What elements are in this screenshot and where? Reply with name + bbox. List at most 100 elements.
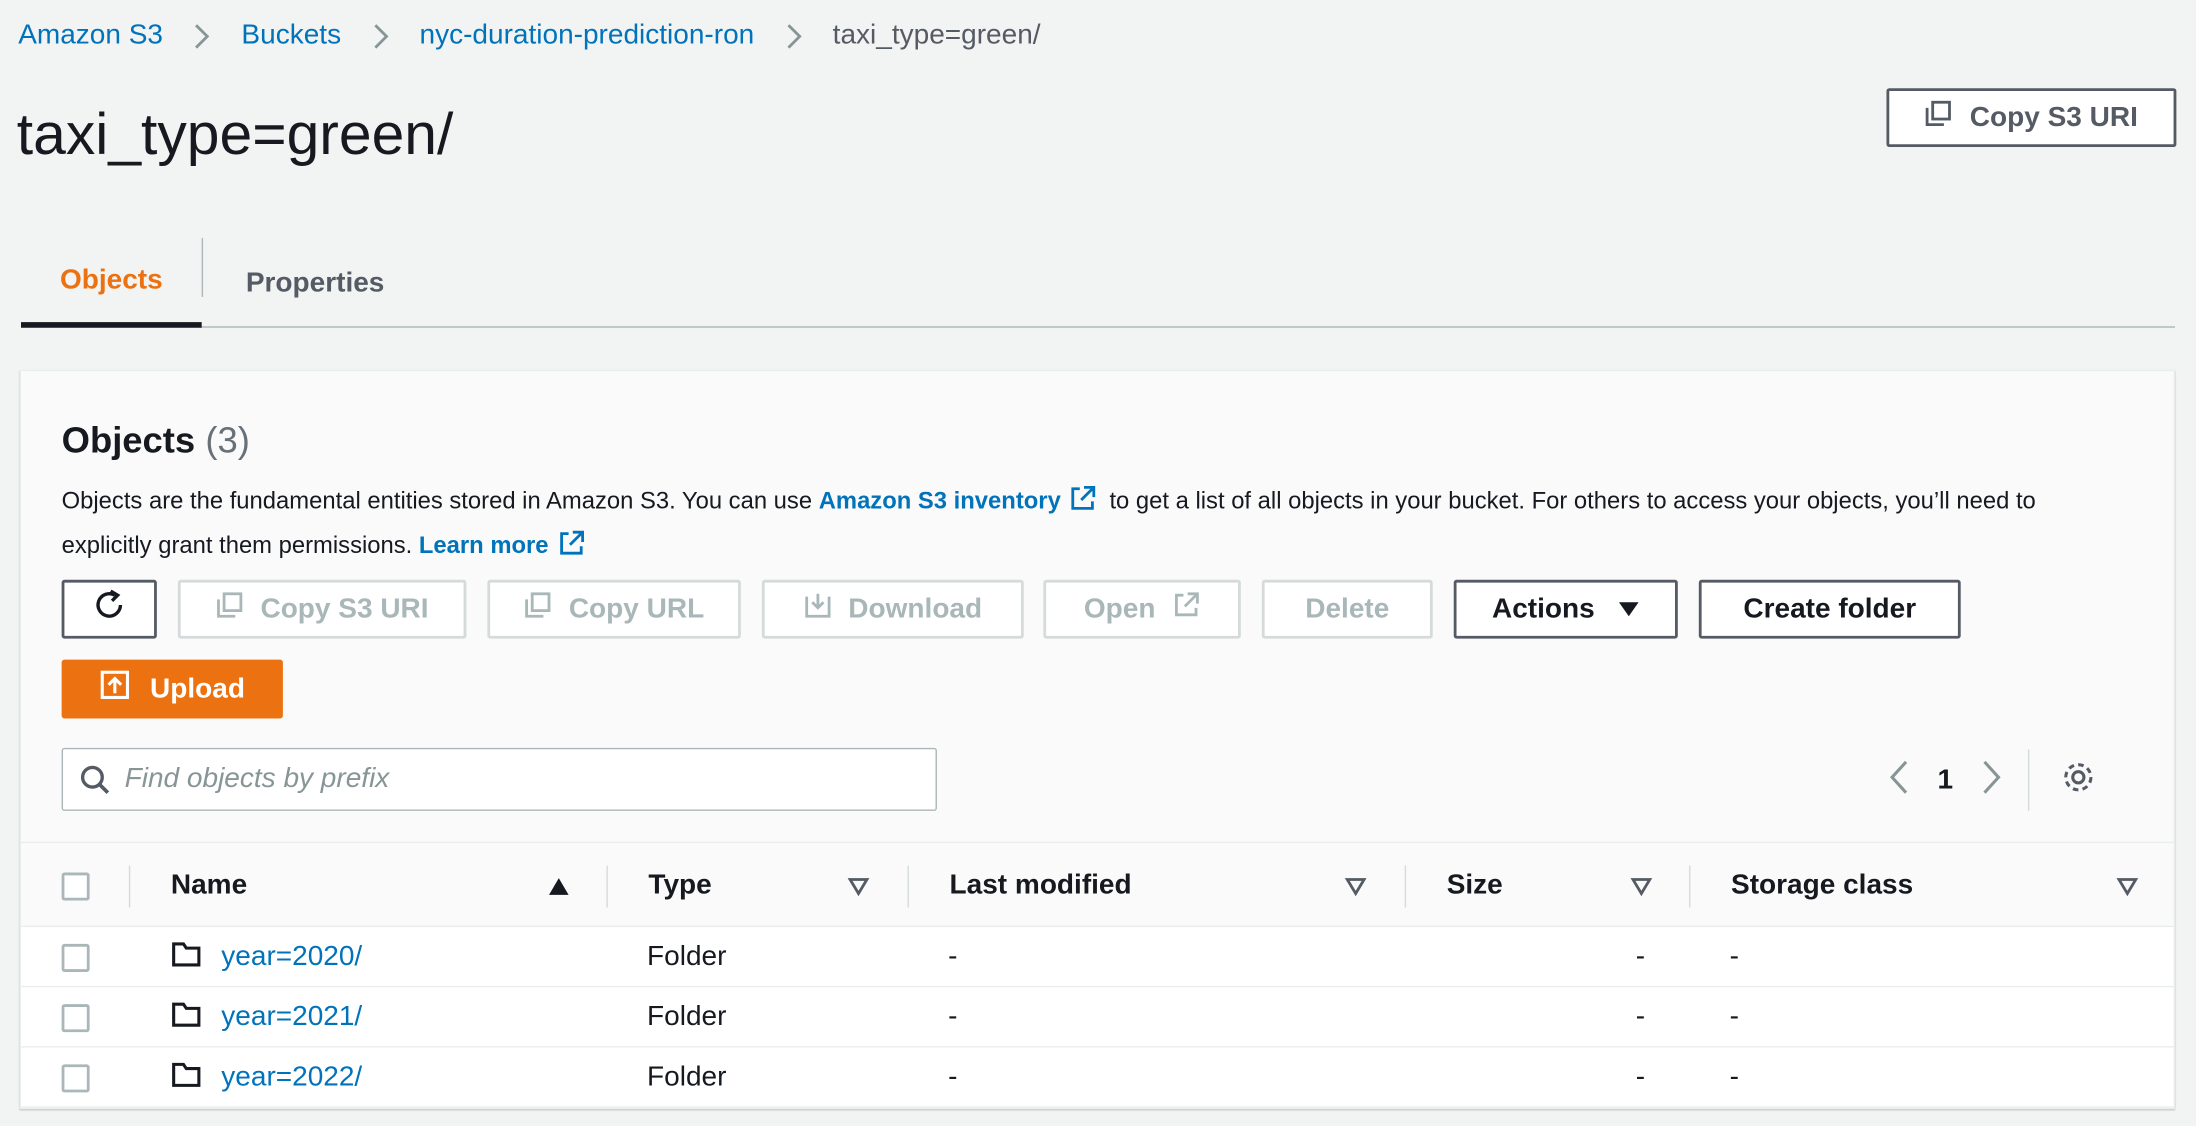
table-row: year=2021/ Folder - - -	[21, 987, 2174, 1048]
delete-button[interactable]: Delete	[1261, 579, 1433, 639]
caret-down-icon	[1617, 593, 1639, 625]
pagination: 1	[1888, 749, 2097, 811]
column-divider	[1404, 865, 1407, 908]
upload-button[interactable]: Upload	[61, 659, 283, 719]
chevron-right-separator-icon	[194, 22, 211, 50]
actions-dropdown-button[interactable]: Actions	[1453, 579, 1678, 639]
column-label-name: Name	[170, 869, 248, 901]
copy-url-label: Copy URL	[568, 593, 705, 624]
objects-table: Name Type Last modified Size Storage cla…	[21, 841, 2174, 1108]
delete-label: Delete	[1305, 593, 1390, 624]
settings-gear-icon[interactable]	[2060, 758, 2096, 801]
table-row: year=2022/ Folder - - -	[21, 1047, 2174, 1108]
description-text-1: Objects are the fundamental entities sto…	[61, 487, 819, 514]
tab-properties[interactable]: Properties	[203, 238, 427, 328]
folder-link[interactable]: year=2022/	[221, 1062, 362, 1094]
download-button[interactable]: Download	[761, 579, 1024, 639]
column-header-type[interactable]: Type	[648, 843, 870, 928]
row-checkbox[interactable]	[61, 1003, 90, 1032]
learn-more-link[interactable]: Learn more	[418, 530, 591, 559]
tab-objects[interactable]: Objects	[21, 238, 202, 328]
search-box	[61, 747, 937, 811]
objects-panel: Objects (3) Objects are the fundamental …	[19, 369, 2175, 1110]
column-label-last-modified: Last modified	[949, 869, 1132, 901]
breadcrumb-current: taxi_type=green/	[832, 19, 1041, 51]
copy-icon	[1925, 99, 1953, 135]
sort-descending-icon	[1344, 876, 1367, 896]
breadcrumb: Amazon S3 Buckets nyc-duration-predictio…	[18, 20, 1040, 52]
create-folder-label: Create folder	[1743, 593, 1917, 624]
column-divider	[128, 865, 131, 908]
folder-icon	[171, 1059, 202, 1095]
sort-descending-icon	[2116, 876, 2139, 896]
objects-panel-header: Objects (3)	[62, 419, 250, 462]
external-link-icon	[1172, 591, 1200, 627]
search-input[interactable]	[124, 763, 936, 796]
name-cell: year=2021/	[171, 987, 362, 1047]
storage-class-cell: -	[1729, 941, 1739, 972]
search-icon	[80, 764, 111, 795]
row-select-cell	[61, 1048, 90, 1108]
last-modified-cell: -	[948, 1061, 958, 1093]
table-header: Name Type Last modified Size Storage cla…	[21, 841, 2174, 928]
current-page-number[interactable]: 1	[1910, 764, 1980, 796]
size-cell: -	[1635, 1001, 1646, 1033]
type-cell: Folder	[647, 1061, 727, 1093]
download-icon	[803, 591, 831, 627]
sort-descending-icon	[1630, 876, 1653, 896]
refresh-button[interactable]	[61, 579, 157, 639]
storage-class-cell: -	[1729, 1001, 1739, 1033]
column-divider	[606, 865, 608, 908]
select-all-checkbox[interactable]	[61, 871, 90, 900]
size-cell: -	[1635, 1061, 1646, 1093]
refresh-icon	[91, 587, 127, 632]
inventory-link[interactable]: Amazon S3 inventory	[818, 485, 1103, 514]
inventory-link-label: Amazon S3 inventory	[818, 487, 1061, 514]
table-row: year=2020/ Folder - - -	[21, 927, 2174, 988]
column-header-storage-class[interactable]: Storage class	[1731, 843, 2139, 928]
upload-label: Upload	[150, 672, 245, 704]
objects-title: Objects	[61, 418, 196, 461]
page-title: taxi_type=green/	[16, 100, 454, 167]
name-cell: year=2020/	[171, 927, 362, 987]
type-cell: Folder	[647, 1001, 727, 1033]
actions-label: Actions	[1491, 593, 1595, 624]
column-header-size[interactable]: Size	[1447, 843, 1653, 928]
chevron-right-icon[interactable]	[1980, 758, 2002, 801]
chevron-left-icon[interactable]	[1888, 758, 1910, 801]
chevron-right-separator-icon	[785, 22, 802, 50]
copy-icon	[216, 591, 244, 627]
breadcrumb-bucket-name[interactable]: nyc-duration-prediction-ron	[420, 20, 755, 52]
copy-s3-uri-button[interactable]: Copy S3 URI	[177, 579, 467, 639]
learn-more-label: Learn more	[418, 532, 549, 559]
open-button[interactable]: Open	[1043, 579, 1241, 639]
type-cell: Folder	[647, 941, 727, 972]
breadcrumb-amazon-s3[interactable]: Amazon S3	[18, 20, 163, 52]
row-checkbox[interactable]	[61, 943, 90, 972]
external-link-icon	[1069, 485, 1097, 526]
create-folder-button[interactable]: Create folder	[1698, 579, 1961, 639]
sort-descending-icon	[847, 876, 870, 896]
folder-icon	[171, 999, 202, 1035]
folder-icon	[171, 939, 202, 975]
row-select-cell	[61, 927, 90, 987]
row-checkbox[interactable]	[61, 1063, 90, 1092]
objects-description: Objects are the fundamental entities sto…	[62, 480, 2121, 570]
column-header-last-modified[interactable]: Last modified	[950, 843, 1367, 928]
column-label-type: Type	[648, 869, 712, 901]
copy-s3-uri-label: Copy S3 URI	[1969, 101, 2138, 133]
copy-s3-uri-header-button[interactable]: Copy S3 URI	[1886, 88, 2177, 148]
column-label-size: Size	[1446, 869, 1503, 901]
last-modified-cell: -	[948, 941, 958, 972]
sort-ascending-icon	[548, 876, 570, 896]
column-label-storage-class: Storage class	[1731, 869, 1914, 901]
folder-link[interactable]: year=2021/	[221, 1001, 362, 1033]
breadcrumb-buckets[interactable]: Buckets	[241, 20, 341, 52]
copy-url-button[interactable]: Copy URL	[487, 579, 741, 639]
s3-folder-page: Amazon S3 Buckets nyc-duration-predictio…	[0, 0, 2196, 1126]
external-link-icon	[557, 529, 585, 570]
objects-count: (3)	[205, 418, 250, 461]
folder-link[interactable]: year=2020/	[221, 941, 362, 973]
size-cell: -	[1635, 941, 1646, 972]
column-header-name[interactable]: Name	[171, 843, 570, 928]
